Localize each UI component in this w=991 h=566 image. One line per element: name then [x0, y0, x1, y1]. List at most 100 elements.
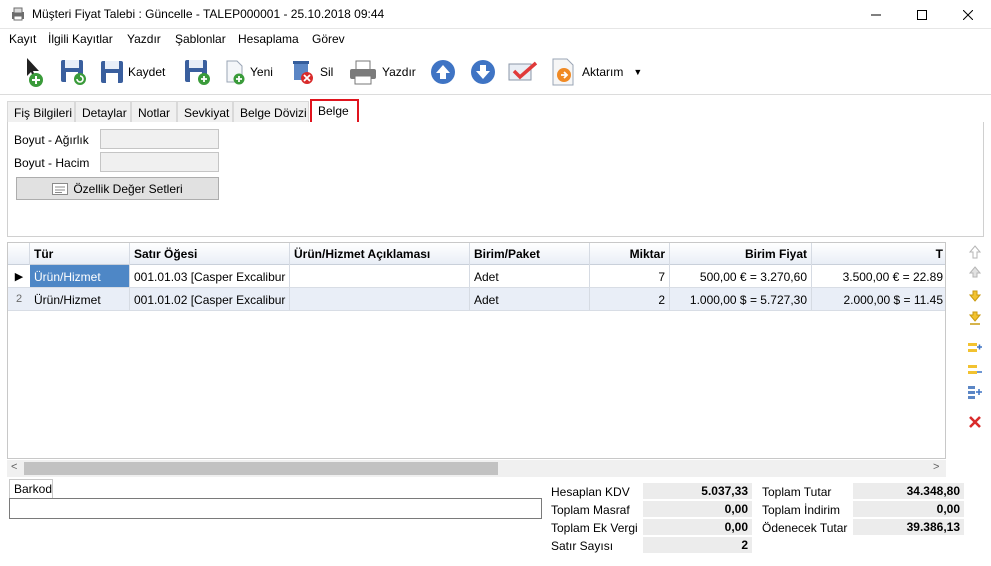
delete-row-icon[interactable]: [967, 414, 983, 430]
scroll-thumb[interactable]: [24, 462, 498, 475]
move-top-icon[interactable]: [967, 244, 983, 260]
odenecek-tutar-value: 39.386,13: [853, 519, 964, 535]
tab-sevkiyat[interactable]: Sevkiyat: [177, 101, 233, 123]
save-new-button[interactable]: [184, 55, 212, 89]
move-row-down-icon[interactable]: [967, 288, 983, 304]
save-refresh-icon: [61, 60, 86, 85]
menu-yazdir[interactable]: Yazdır: [127, 32, 161, 46]
bottom-panel: Barkod Hesaplan KDV 5.037,33 Toplam Masr…: [0, 478, 991, 566]
maximize-button[interactable]: [899, 0, 945, 29]
move-row-up-icon[interactable]: [967, 264, 983, 280]
copy-row-icon[interactable]: [967, 362, 983, 378]
print-label: Yazdır: [382, 65, 416, 79]
cell-birim-fiyat[interactable]: 500,00 € = 3.270,60: [670, 265, 812, 287]
split-row-icon[interactable]: [967, 384, 983, 400]
arrow-down-icon: [471, 60, 495, 84]
insert-row-icon[interactable]: [967, 340, 983, 356]
cursor-add-icon: [27, 58, 43, 87]
export-dropdown-icon[interactable]: ▼: [633, 67, 642, 77]
save-icon: [101, 61, 123, 83]
scroll-left-icon[interactable]: <: [11, 461, 17, 473]
menu-gorev[interactable]: Görev: [312, 32, 345, 46]
save-button[interactable]: Kaydet: [100, 55, 165, 89]
odenecek-tutar-label: Ödenecek Tutar: [762, 521, 848, 535]
cell-tur[interactable]: Ürün/Hizmet: [30, 265, 130, 287]
cell-birim-paket[interactable]: Adet: [470, 288, 590, 310]
close-icon: [963, 9, 973, 20]
new-button[interactable]: Yeni: [224, 55, 273, 89]
lines-grid: Tür Satır Öğesi Ürün/Hizmet Açıklaması B…: [7, 242, 946, 459]
cell-miktar[interactable]: 2: [590, 288, 670, 310]
cell-tutar[interactable]: 2.000,00 $ = 11.45: [812, 288, 945, 310]
save-label: Kaydet: [128, 65, 166, 79]
kdv-value: 5.037,33: [643, 483, 752, 499]
cell-miktar[interactable]: 7: [590, 265, 670, 287]
toplam-indirim-value: 0,00: [853, 501, 964, 517]
delete-button[interactable]: Sil: [290, 55, 333, 89]
cell-birim-paket[interactable]: Adet: [470, 265, 590, 287]
tab-fis-bilgileri[interactable]: Fiş Bilgileri: [7, 101, 75, 123]
new-document-icon: [226, 60, 245, 85]
header-satir-ogesi[interactable]: Satır Öğesi: [130, 243, 290, 265]
weight-field[interactable]: [100, 129, 219, 149]
tab-bar: Fiş Bilgileri Detaylar Notlar Sevkiyat B…: [7, 99, 984, 125]
header-aciklama[interactable]: Ürün/Hizmet Açıklaması: [290, 243, 470, 265]
list-icon: [52, 182, 69, 195]
cell-satir-ogesi[interactable]: 001.01.02 [Casper Excalibur ...: [130, 288, 290, 310]
move-up-button[interactable]: [430, 55, 456, 89]
cell-tur[interactable]: Ürün/Hizmet: [30, 288, 130, 310]
barkod-input[interactable]: [9, 498, 542, 519]
header-birim-paket[interactable]: Birim/Paket: [470, 243, 590, 265]
grid-horizontal-scrollbar[interactable]: < >: [7, 460, 946, 477]
tab-notlar[interactable]: Notlar: [131, 101, 177, 123]
header-birim-fiyat[interactable]: Birim Fiyat: [670, 243, 812, 265]
tab-detaylar[interactable]: Detaylar: [75, 101, 131, 123]
move-bottom-icon[interactable]: [967, 310, 983, 326]
close-button[interactable]: [945, 0, 991, 29]
toplam-tutar-label: Toplam Tutar: [762, 485, 832, 499]
cell-aciklama[interactable]: [290, 265, 470, 287]
cell-tutar[interactable]: 3.500,00 € = 22.89: [812, 265, 945, 287]
satir-sayisi-value: 2: [643, 537, 752, 553]
approve-button[interactable]: [508, 55, 538, 89]
toolbar: Kaydet Yeni Sil Yazdır Aktarım ▼: [0, 49, 991, 95]
delete-icon: [293, 61, 313, 84]
cell-satir-ogesi[interactable]: 001.01.03 [Casper Excalibur ...: [130, 265, 290, 287]
cell-birim-fiyat[interactable]: 1.000,00 $ = 5.727,30: [670, 288, 812, 310]
header-tur[interactable]: Tür: [30, 243, 130, 265]
kdv-label: Hesaplan KDV: [551, 485, 630, 499]
masraf-label: Toplam Masraf: [551, 503, 630, 517]
header-miktar[interactable]: Miktar: [590, 243, 670, 265]
tab-barkod[interactable]: Barkod: [9, 479, 53, 498]
scroll-right-icon[interactable]: >: [933, 461, 939, 473]
menu-hesaplama[interactable]: Hesaplama: [238, 32, 299, 46]
export-button[interactable]: Aktarım ▼: [550, 55, 642, 89]
window-title: Müşteri Fiyat Talebi : Güncelle - TALEP0…: [32, 7, 385, 21]
cell-aciklama[interactable]: [290, 288, 470, 310]
volume-field[interactable]: [100, 152, 219, 172]
volume-label: Boyut - Hacim: [14, 156, 90, 170]
delete-label: Sil: [320, 65, 334, 79]
print-button[interactable]: Yazdır: [348, 55, 416, 89]
save-refresh-button[interactable]: [60, 55, 88, 89]
property-sets-label: Özellik Değer Setleri: [73, 181, 183, 196]
menu-kayit[interactable]: Kayıt: [9, 32, 36, 46]
property-sets-button[interactable]: Özellik Değer Setleri: [16, 177, 219, 200]
export-label: Aktarım: [582, 65, 624, 79]
menu-ilgili-kayitlar[interactable]: İlgili Kayıtlar: [48, 32, 113, 46]
belge-panel: Boyut - Ağırlık Boyut - Hacim Özellik De…: [7, 122, 984, 237]
new-record-button[interactable]: [22, 55, 48, 89]
move-down-button[interactable]: [470, 55, 496, 89]
menu-sablonlar[interactable]: Şablonlar: [175, 32, 226, 46]
minimize-button[interactable]: [853, 0, 899, 29]
table-row[interactable]: 2 Ürün/Hizmet 001.01.02 [Casper Excalibu…: [8, 288, 945, 311]
masraf-value: 0,00: [643, 501, 752, 517]
save-add-icon: [185, 60, 210, 85]
title-bar: Müşteri Fiyat Talebi : Güncelle - TALEP0…: [0, 0, 991, 29]
header-tutar[interactable]: T: [812, 243, 945, 265]
tab-belge-dovizi[interactable]: Belge Dövizi: [233, 101, 309, 123]
app-icon: [10, 7, 26, 21]
grid-side-toolbar: [963, 242, 987, 459]
ek-vergi-label: Toplam Ek Vergi: [551, 521, 638, 535]
table-row[interactable]: ▶ Ürün/Hizmet 001.01.03 [Casper Excalibu…: [8, 265, 945, 288]
